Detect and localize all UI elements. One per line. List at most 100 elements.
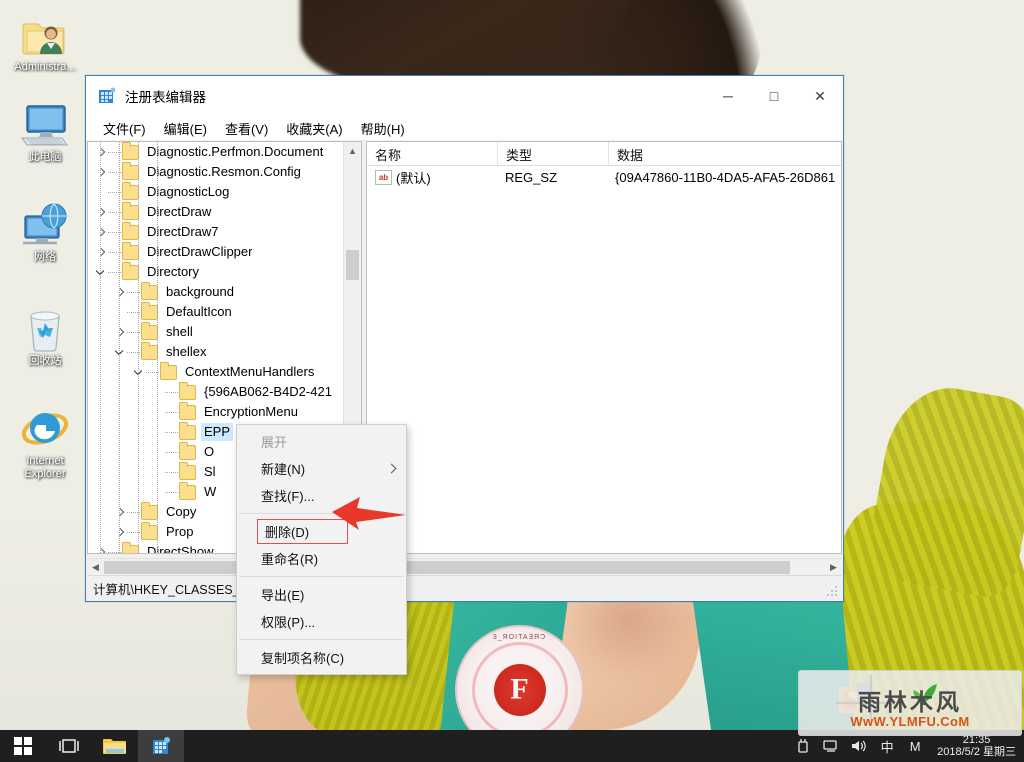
menu-file[interactable]: 文件(F) [94,117,155,140]
values-header-row[interactable]: 名称 类型 数据 [367,142,841,166]
windows-logo-icon [14,737,32,755]
tree-item-label: DirectDraw7 [147,224,219,239]
registry-values-pane[interactable]: 名称 类型 数据 ab (默认) REG_SZ {09A47860-11B0-4… [366,141,842,554]
registry-editor-window[interactable]: 注册表编辑器 ─ □ ✕ 文件(F) 编辑(E) 查看(V) 收藏夹(A) 帮助… [85,75,844,602]
chevron-right-icon[interactable] [94,542,108,553]
file-explorer-button[interactable] [92,730,138,762]
ctx-export[interactable]: 导出(E) [237,581,406,608]
tree-guide-line [119,142,120,553]
start-button[interactable] [0,730,46,762]
ctx-permissions[interactable]: 权限(P)... [237,608,406,635]
tree-item[interactable]: DirectDrawClipper [88,241,344,262]
chevron-right-icon[interactable] [113,522,127,542]
tree-item[interactable]: ContextMenuHandlers [88,361,344,382]
chevron-right-icon[interactable] [94,162,108,182]
value-row[interactable]: ab (默认) REG_SZ {09A47860-11B0-4DA5-AFA5-… [367,166,841,189]
tree-item[interactable]: shellex [88,341,344,362]
tree-item-label: DirectDrawClipper [147,244,253,259]
tree-item-label: DirectShow [147,544,214,553]
tree-item-label: background [166,284,234,299]
minimize-button[interactable]: ─ [705,76,751,116]
chevron-right-icon[interactable] [94,222,108,242]
clock[interactable]: 21:35 2018/5/2 星期三 [929,734,1024,758]
tree-connector-dots [165,402,179,422]
tree-connector-dots [165,422,179,442]
tree-item[interactable]: Diagnostic.Resmon.Config [88,161,344,182]
chevron-down-icon[interactable] [94,262,108,282]
tree-item-label: Copy [166,504,197,519]
hscroll-thumb-right[interactable] [366,561,790,574]
value-name-cell: ab (默认) [367,168,497,187]
chevron-down-icon[interactable] [113,342,127,362]
value-type-cell: REG_SZ [505,170,558,185]
menu-bar[interactable]: 文件(F) 编辑(E) 查看(V) 收藏夹(A) 帮助(H) [86,116,843,140]
menu-item-label: 复制项名称(C) [261,651,345,666]
tree-connector [151,382,165,402]
tree-item[interactable]: Directory [88,261,344,282]
tree-item-label: shellex [166,344,207,359]
chevron-right-icon[interactable] [113,282,127,302]
menu-favorites[interactable]: 收藏夹(A) [277,117,351,140]
tree-connector [151,422,165,442]
scroll-thumb[interactable] [346,250,359,280]
menu-help[interactable]: 帮助(H) [352,117,414,140]
close-button[interactable]: ✕ [797,76,843,116]
desktop-icon-this-pc[interactable]: 此电脑 [2,96,88,164]
folder-icon [160,361,177,380]
desktop-icon-internet-explorer[interactable]: Internet Explorer [2,400,88,481]
registry-key-context-menu[interactable]: 展开 新建(N) 查找(F)... 删除(D) 重命名(R) 导出(E) 权限(P)... 复… [236,424,407,675]
maximize-button[interactable]: □ [751,76,797,116]
menu-edit[interactable]: 编辑(E) [155,117,216,140]
user-folder-icon [2,6,88,58]
window-controls[interactable]: ─ □ ✕ [705,76,843,116]
tree-item[interactable]: DefaultIcon [88,301,344,322]
task-view-button[interactable] [46,730,92,762]
chevron-down-icon[interactable] [132,362,146,382]
desktop-icon-label: 网络 [34,251,56,263]
folder-icon [122,201,139,220]
tree-connector-dots [165,442,179,462]
desktop-icon-administrator[interactable]: Administra... [2,6,88,74]
tree-item[interactable]: DirectDraw7 [88,221,344,242]
chevron-right-icon[interactable] [113,322,127,342]
ctx-rename[interactable]: 重命名(R) [237,545,406,572]
tree-item[interactable]: {596AB062-B4D2-421 [88,381,344,402]
tree-item-label: Diagnostic.Resmon.Config [147,164,301,179]
tree-connector [151,442,165,462]
tree-item[interactable]: Diagnostic.Perfmon.Document [88,142,344,162]
tree-item[interactable]: DiagnosticLog [88,181,344,202]
title-bar[interactable]: 注册表编辑器 ─ □ ✕ [86,76,843,116]
chevron-right-icon[interactable] [94,142,108,162]
tree-item[interactable]: EncryptionMenu [88,401,344,422]
tree-item[interactable]: background [88,281,344,302]
tree-item-label: EncryptionMenu [204,404,298,419]
desktop-icon-label: Administra... [14,61,76,73]
ctx-new[interactable]: 新建(N) [237,455,406,482]
hscroll-track[interactable] [104,559,825,576]
scroll-up-arrow[interactable]: ▲ [344,142,361,159]
column-header-type[interactable]: 类型 [498,142,609,165]
registry-editor-icon [99,87,116,103]
scroll-left-arrow[interactable]: ◀ [87,562,104,573]
tree-item[interactable]: shell [88,321,344,342]
resize-grip[interactable] [827,585,839,597]
tree-item[interactable]: DirectDraw [88,201,344,222]
folder-icon [141,501,158,520]
menu-separator [239,576,404,577]
ctx-copy-key-name[interactable]: 复制项名称(C) [237,644,406,671]
scroll-right-arrow[interactable]: ▶ [825,562,842,573]
chevron-right-icon[interactable] [113,502,127,522]
column-header-data[interactable]: 数据 [609,142,841,165]
horizontal-scrollbar[interactable]: ◀ ▶ [87,558,842,576]
menu-view[interactable]: 查看(V) [216,117,277,140]
registry-editor-taskbar-button[interactable] [138,730,184,762]
tree-guide-line [100,142,101,553]
wallpaper-badge-letter: F [510,671,529,705]
column-header-name[interactable]: 名称 [367,142,498,165]
folder-icon [179,421,196,440]
tree-connector [151,402,165,422]
chevron-right-icon[interactable] [94,202,108,222]
chevron-right-icon[interactable] [94,242,108,262]
desktop-icon-network[interactable]: 网络 [2,196,88,264]
desktop-icon-recycle-bin[interactable]: 回收站 [2,300,88,368]
